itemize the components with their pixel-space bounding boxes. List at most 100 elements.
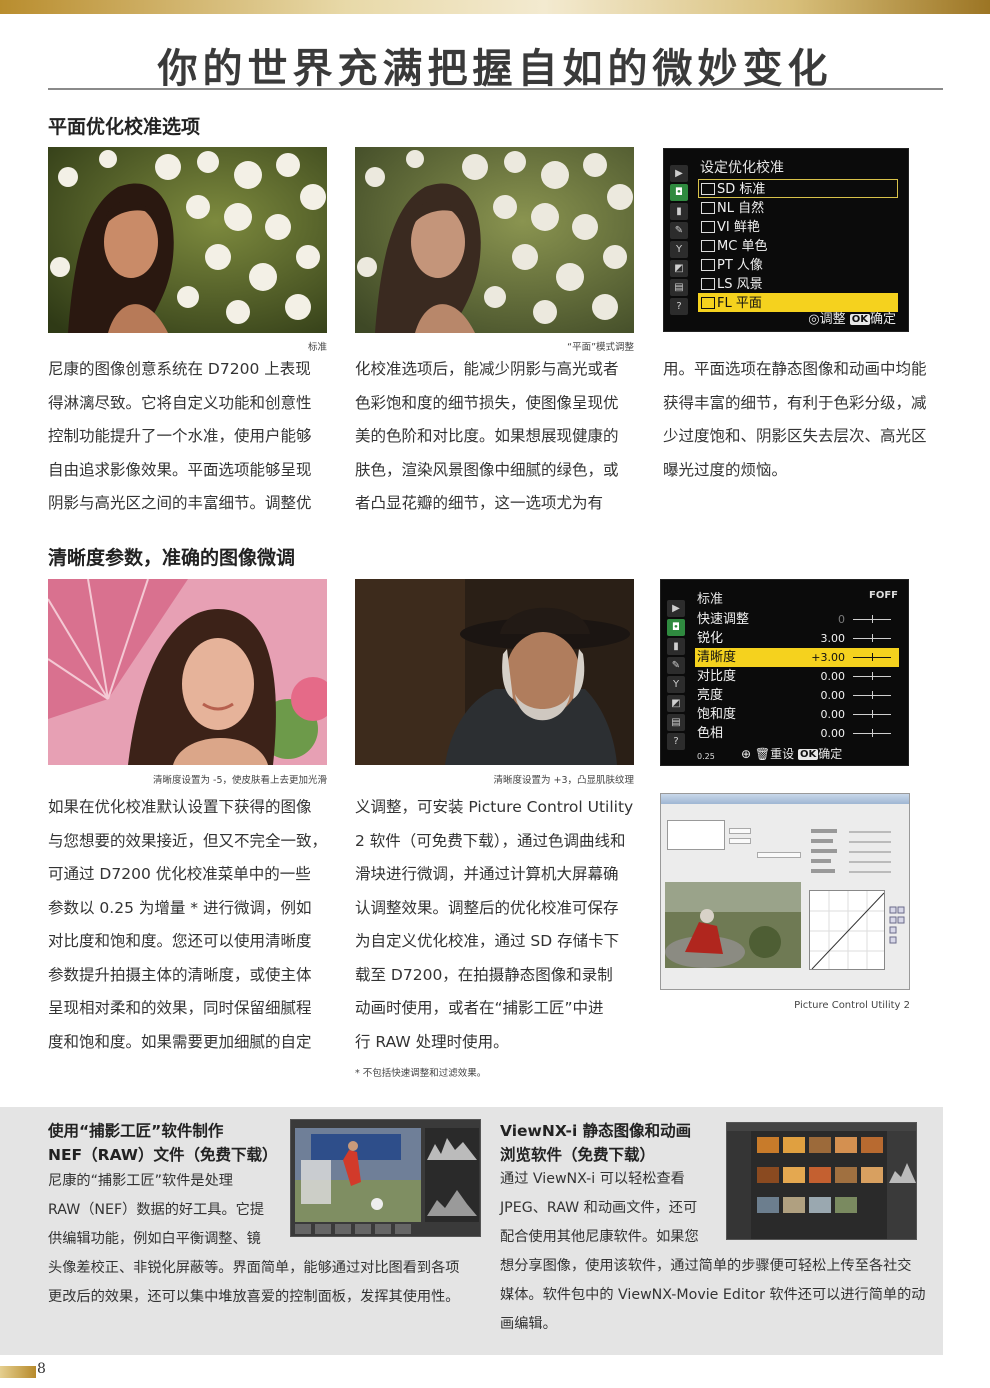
menu-footer: ⊕ 🗑重设 OK 确定 xyxy=(741,747,843,761)
utility-button xyxy=(729,838,751,844)
capture-nx-text-long: 头像差校正、非锐化屏蔽等。界面简单，能够通过对比图看到各项 更改后的效果，还可以… xyxy=(48,1260,460,1305)
title-rule xyxy=(48,88,943,90)
picture-control-icon xyxy=(701,202,715,214)
caption-clarity-minus: 清晰度设置为 -5，使皮肤看上去更加光滑 xyxy=(153,775,327,786)
picture-control-icon xyxy=(701,221,715,233)
section1-text-col1: 尼康的图像创意系统在 D7200 上表现 得淋漓尽致。它将自定义功能和创意性 控… xyxy=(48,360,312,512)
param-slider xyxy=(853,672,891,680)
param-row-sharpening[interactable]: 锐化 3.00 xyxy=(695,629,899,648)
param-row-hue[interactable]: 色相 0.00 xyxy=(695,724,899,743)
pencil-icon: ✎ xyxy=(667,657,685,674)
utility-preview-photo xyxy=(665,882,801,968)
ok-button-icon: OK xyxy=(797,749,819,760)
param-slider xyxy=(853,634,891,642)
wrench-icon: Y xyxy=(667,676,685,693)
trash-icon: 🗑 xyxy=(754,747,771,761)
section1-title: 平面优化校准选项 xyxy=(48,116,201,138)
viewnx-text-long: 想分享图像，使用该软件，通过简单的步骤便可轻松上传至各社交 媒体。软件包中的 V… xyxy=(500,1258,926,1332)
top-gold-bar xyxy=(0,0,990,14)
section2-title: 清晰度参数，准确的图像微调 xyxy=(48,547,296,569)
page-tab xyxy=(0,1366,36,1378)
section1-text-col2: 化校准选项后，能减少阴影与高光或者 色彩饱和度的细节损失，使图像呈现优 美的色阶… xyxy=(355,360,619,512)
photo-clarity-plus xyxy=(355,579,634,765)
retouch-icon: ◩ xyxy=(670,260,688,277)
curve-tool-art xyxy=(889,906,905,944)
picture-control-adjust-screen: ▶ ◘ ▮ ✎ Y ◩ ▤ ? 标准 FOFF 快速调整 0 锐化 3.00 清晰度… xyxy=(660,579,909,766)
page-title: 你的世界充满把握自如的微妙变化 xyxy=(157,46,833,92)
photo-flat-art xyxy=(355,147,634,333)
caption-clarity-plus: 清晰度设置为 +3，凸显肌肤纹理 xyxy=(493,775,634,786)
menu-footer: ◎调整 OK 确定 xyxy=(808,312,896,327)
movie-icon: ▮ xyxy=(667,638,685,655)
picture-control-icon xyxy=(701,297,715,309)
caption-flat: “平面”模式调整 xyxy=(567,342,634,353)
caption-utility: Picture Control Utility 2 xyxy=(794,1000,910,1011)
playback-icon: ▶ xyxy=(667,600,685,617)
photo-clarity-minus xyxy=(48,579,327,765)
photo-clarity-plus-art xyxy=(355,579,634,765)
param-row-contrast[interactable]: 对比度 0.00 xyxy=(695,667,899,686)
picture-control-utility-window xyxy=(660,793,910,990)
picture-control-icon xyxy=(701,240,715,252)
preset-list xyxy=(667,820,725,850)
capture-nx-text-short: 尼康的“捕影工匠”软件是处理 RAW（NEF）数据的好工具。它提 供编辑功能，例… xyxy=(48,1173,265,1247)
ok-button-icon: OK xyxy=(849,314,870,325)
param-slider xyxy=(853,653,891,661)
photo-clarity-minus-art xyxy=(48,579,327,765)
wrench-icon: Y xyxy=(670,241,688,258)
param-slider xyxy=(853,710,891,718)
viewnx-screenshot-art xyxy=(727,1123,916,1239)
section1-text-col3: 用。平面选项在静态图像和动画中均能 获得丰富的细节，有利于色彩分级，减 少过度饱… xyxy=(663,360,927,479)
param-slider xyxy=(853,729,891,737)
menu-title: 标准 xyxy=(697,592,724,607)
menu-item-pt[interactable]: PT 人像 xyxy=(698,255,898,274)
multi-selector-icon: ◎ xyxy=(808,312,820,327)
param-row-saturation[interactable]: 饱和度 0.00 xyxy=(695,705,899,724)
viewnx-text-short: 通过 ViewNX-i 可以轻松查看 JPEG、RAW 和动画文件，还可 配合使… xyxy=(500,1171,699,1245)
step-value: 0.25 xyxy=(697,752,715,761)
page-number: 8 xyxy=(37,1361,46,1377)
utility-button xyxy=(757,852,801,858)
viewnx-screenshot xyxy=(726,1122,917,1240)
window-titlebar xyxy=(661,794,909,804)
param-slider xyxy=(853,691,891,699)
menu-side-icons: ▶ ◘ ▮ ✎ Y ◩ ▤ ? xyxy=(670,165,690,317)
picture-control-list: SD 标准 NL 自然 VI 鲜艳 MC 单色 PT 人像 LS 风景 FL 平… xyxy=(698,179,898,312)
viewnx-title: ViewNX-i 静态图像和动画 浏览软件（免费下载） xyxy=(500,1122,692,1164)
capture-nx-screenshot-art xyxy=(291,1120,480,1236)
picture-control-icon xyxy=(701,278,715,290)
menu-item-nl[interactable]: NL 自然 xyxy=(698,198,898,217)
menu-item-sd[interactable]: SD 标准 xyxy=(698,179,898,198)
slider-panel xyxy=(809,814,899,884)
photo-standard-art xyxy=(48,147,327,333)
footnote: * 不包括快速调整和过滤效果。 xyxy=(355,1068,487,1079)
pencil-icon: ✎ xyxy=(670,222,688,239)
retouch-icon: ◩ xyxy=(667,695,685,712)
tone-curve-art xyxy=(810,891,884,969)
recent-icon: ▤ xyxy=(667,714,685,731)
caption-standard: 标准 xyxy=(307,342,327,353)
recent-icon: ▤ xyxy=(670,279,688,296)
help-icon: ? xyxy=(667,733,685,750)
picture-control-icon xyxy=(701,259,715,271)
tone-curve-graph xyxy=(809,890,885,970)
menu-side-icons: ▶ ◘ ▮ ✎ Y ◩ ▤ ? xyxy=(667,600,687,752)
movie-icon: ▮ xyxy=(670,203,688,220)
slider-panel-art xyxy=(811,829,891,873)
param-row-clarity[interactable]: 清晰度 +3.00 xyxy=(695,648,899,667)
utility-preview-art xyxy=(665,882,801,968)
menu-item-vi[interactable]: VI 鲜艳 xyxy=(698,217,898,236)
curve-tool-icons xyxy=(889,906,905,950)
picture-control-menu-screen: ▶ ◘ ▮ ✎ Y ◩ ▤ ? 设定优化校准 SD 标准 NL 自然 VI 鲜艳… xyxy=(663,148,909,332)
utility-button xyxy=(729,828,751,834)
param-row-brightness[interactable]: 亮度 0.00 xyxy=(695,686,899,705)
help-icon: ? xyxy=(670,298,688,315)
param-slider xyxy=(853,615,891,623)
camera-icon: ◘ xyxy=(670,184,688,201)
menu-item-mc[interactable]: MC 单色 xyxy=(698,236,898,255)
param-row-quick-adjust[interactable]: 快速调整 0 xyxy=(695,610,899,629)
menu-item-ls[interactable]: LS 风景 xyxy=(698,274,898,293)
menu-title: 设定优化校准 xyxy=(700,160,784,176)
capture-nx-screenshot xyxy=(290,1119,481,1237)
camera-icon: ◘ xyxy=(667,619,685,636)
